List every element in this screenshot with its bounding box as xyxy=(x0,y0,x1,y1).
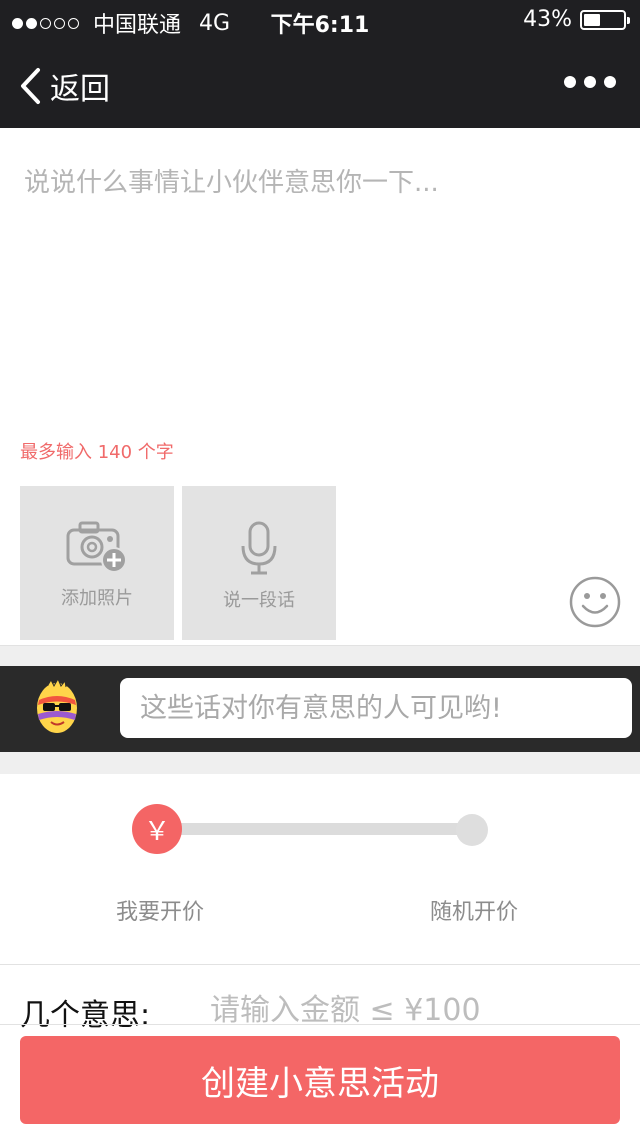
char-limit-note: 最多输入 140 个字 xyxy=(20,442,174,463)
price-mode-slider[interactable] xyxy=(156,823,476,835)
nav-bar: 返回 xyxy=(0,40,640,128)
section-divider xyxy=(0,752,640,774)
amount-label: 几个意思: xyxy=(20,998,151,1033)
option-set-price[interactable]: 我要开价 xyxy=(116,894,204,926)
status-bar: 中国联通 4G 下午6:11 43% xyxy=(0,0,640,40)
chevron-left-icon xyxy=(21,68,40,104)
divider xyxy=(0,1024,640,1025)
back-button[interactable]: 返回 xyxy=(18,64,110,108)
status-right: 43% xyxy=(523,7,630,32)
yuan-knob-icon[interactable]: ￥ xyxy=(132,804,182,854)
section-divider xyxy=(0,645,640,666)
add-photo-button[interactable]: 添加照片 xyxy=(20,486,174,640)
note-input[interactable] xyxy=(120,678,632,738)
post-text-input[interactable] xyxy=(0,128,640,428)
battery-fill xyxy=(584,13,600,26)
voice-label: 说一段话 xyxy=(223,590,295,611)
camera-add-icon xyxy=(66,521,127,573)
battery-percent: 43% xyxy=(523,7,572,32)
amount-input[interactable] xyxy=(200,986,620,1034)
egg-mascot-icon xyxy=(37,678,77,733)
smiley-icon[interactable] xyxy=(568,575,622,629)
option-random-price[interactable]: 随机开价 xyxy=(430,894,518,926)
add-photo-label: 添加照片 xyxy=(61,588,133,609)
create-activity-button[interactable]: 创建小意思活动 xyxy=(20,1036,620,1124)
battery-icon xyxy=(580,9,630,30)
microphone-icon xyxy=(241,521,277,575)
more-dots-icon[interactable] xyxy=(564,76,616,88)
slider-end-dot[interactable] xyxy=(456,814,488,846)
back-label: 返回 xyxy=(50,72,110,107)
record-voice-button[interactable]: 说一段话 xyxy=(182,486,336,640)
divider xyxy=(0,964,640,965)
note-bar xyxy=(0,666,640,752)
